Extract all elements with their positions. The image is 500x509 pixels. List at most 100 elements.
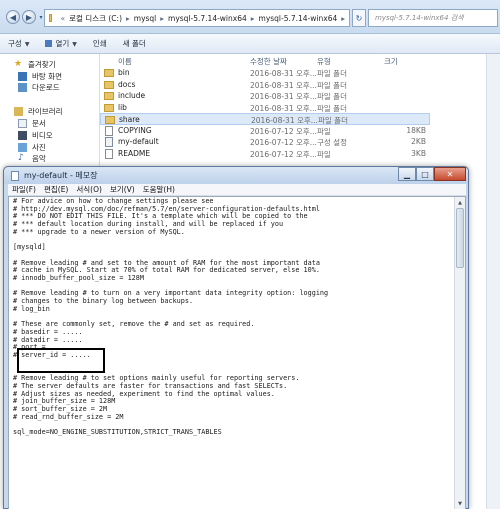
notepad-content[interactable]: # For advice on how to change settings p… <box>13 197 433 437</box>
nav-videos[interactable]: 비디오 <box>18 129 53 141</box>
search-placeholder: mysql-5.7.14-winx64 검색 <box>375 14 464 22</box>
file-row[interactable]: lib 2016-08-31 오후... 파일 폴더 <box>100 102 430 114</box>
file-name: docs <box>118 79 136 89</box>
menu-file[interactable]: 파일(F) <box>8 184 40 195</box>
forward-button[interactable]: ▶ <box>22 10 36 24</box>
breadcrumb-mysql[interactable]: mysql <box>134 14 157 23</box>
refresh-button[interactable]: ↻ <box>352 9 366 27</box>
nav-documents[interactable]: 문서 <box>18 117 46 129</box>
folder-icon <box>104 103 114 112</box>
file-name: my-default <box>118 137 159 146</box>
nav-favorites[interactable]: ★ 즐겨찾기 <box>14 58 56 70</box>
notepad-title: my-default - 메모장 <box>24 171 98 180</box>
file-date: 2016-07-12 오후... <box>250 138 317 147</box>
highlight-box <box>17 348 105 373</box>
folder-icon <box>49 14 52 22</box>
file-date: 2016-08-31 오후... <box>250 92 317 101</box>
breadcrumb-mysql-version-inner[interactable]: mysql-5.7.14-winx64 <box>259 14 338 23</box>
file-date: 2016-07-12 오후... <box>250 149 317 159</box>
file-size: 18KB <box>406 125 426 135</box>
close-button[interactable]: ✕ <box>434 167 466 181</box>
minimize-button[interactable]: ▁ <box>398 167 416 181</box>
file-type: 파일 <box>317 149 331 159</box>
config-file-icon <box>105 137 113 147</box>
notepad-text-area[interactable]: # For advice on how to change settings p… <box>8 196 466 509</box>
open-icon <box>45 40 53 47</box>
file-icon <box>105 148 113 159</box>
desktop-icon <box>18 71 27 81</box>
file-size: 2KB <box>411 137 426 146</box>
file-row[interactable]: bin 2016-08-31 오후... 파일 폴더 <box>100 67 430 79</box>
file-type: 파일 폴더 <box>317 92 347 101</box>
folder-icon <box>104 80 114 89</box>
chevron-down-icon: ▼ <box>24 41 30 48</box>
notepad-icon <box>11 171 19 181</box>
scroll-up-icon[interactable]: ▲ <box>456 198 464 207</box>
breadcrumb-drive[interactable]: 로컬 디스크 (C:) <box>69 13 122 24</box>
back-button[interactable]: ◀ <box>6 10 20 24</box>
scroll-thumb[interactable] <box>456 208 464 268</box>
scroll-down-icon[interactable]: ▼ <box>456 499 464 508</box>
file-date: 2016-08-31 오후... <box>250 69 317 78</box>
file-name: README <box>118 148 151 158</box>
command-bar: 구성 ▼ 열기 ▼ 인쇄 새 폴더 <box>0 34 500 54</box>
maximize-button[interactable]: □ <box>416 167 434 181</box>
notepad-titlebar[interactable]: my-default - 메모장 ▁ □ ✕ <box>4 167 468 184</box>
nav-libraries[interactable]: 라이브러리 <box>14 105 63 117</box>
nav-music[interactable]: ♪ 음악 <box>18 152 46 164</box>
column-size[interactable]: 크기 <box>384 56 398 67</box>
file-date: 2016-08-31 오후... <box>250 80 317 90</box>
file-type: 파일 폴더 <box>317 80 347 90</box>
file-name: lib <box>118 102 127 112</box>
file-name: COPYING <box>118 125 152 135</box>
open-button[interactable]: 열기 ▼ <box>37 38 84 49</box>
nav-downloads[interactable]: 다운로드 <box>18 81 60 93</box>
file-row[interactable]: my-default 2016-07-12 오후... 구성 설정 2KB <box>100 136 430 148</box>
organize-button[interactable]: 구성 ▼ <box>0 38 37 49</box>
print-button[interactable]: 인쇄 <box>85 38 115 49</box>
downloads-icon <box>18 82 27 92</box>
chevron-down-icon: ▼ <box>72 41 77 48</box>
music-icon: ♪ <box>18 152 24 163</box>
file-row[interactable]: share 2016-08-31 오후... 파일 폴더 <box>100 113 430 125</box>
folder-icon <box>104 92 114 100</box>
column-date[interactable]: 수정한 날짜 <box>250 56 287 67</box>
file-row[interactable]: include 2016-08-31 오후... 파일 폴더 <box>100 90 430 102</box>
column-header: 이름 수정한 날짜 유형 크기 <box>100 54 500 68</box>
file-date: 2016-08-31 오후... <box>250 103 317 113</box>
menu-view[interactable]: 보기(V) <box>106 184 139 195</box>
file-row[interactable]: COPYING 2016-07-12 오후... 파일 18KB <box>100 125 430 137</box>
file-type: 구성 설정 <box>317 138 347 147</box>
video-icon <box>18 130 27 140</box>
file-type: 파일 폴더 <box>317 69 347 78</box>
file-date: 2016-07-12 오후... <box>250 126 317 136</box>
explorer-scrollbar[interactable] <box>486 54 500 509</box>
file-name: share <box>119 115 140 124</box>
notepad-window: my-default - 메모장 ▁ □ ✕ 파일(F) 편집(E) 서식(O)… <box>3 166 469 509</box>
new-folder-button[interactable]: 새 폴더 <box>115 38 154 49</box>
file-name: bin <box>118 68 130 77</box>
search-input[interactable]: mysql-5.7.14-winx64 검색 <box>368 9 498 27</box>
file-type: 파일 폴더 <box>317 103 347 113</box>
file-type: 파일 <box>317 126 331 136</box>
address-bar[interactable]: « 로컬 디스크 (C:) ▸ mysql ▸ mysql-5.7.14-win… <box>44 9 350 27</box>
pictures-icon <box>18 142 27 152</box>
star-icon: ★ <box>14 58 23 69</box>
column-type[interactable]: 유형 <box>317 56 331 67</box>
menu-format[interactable]: 서식(O) <box>72 184 106 195</box>
menu-edit[interactable]: 편집(E) <box>40 184 72 195</box>
folder-icon <box>105 116 115 124</box>
address-bar-area: ◀ ▶ ▾ « 로컬 디스크 (C:) ▸ mysql ▸ mysql-5.7.… <box>0 0 500 34</box>
library-icon <box>14 106 23 116</box>
breadcrumb-mysql-version[interactable]: mysql-5.7.14-winx64 <box>168 14 247 23</box>
notepad-vertical-scrollbar[interactable]: ▲ ▼ <box>454 197 465 509</box>
notepad-menubar: 파일(F) 편집(E) 서식(O) 보기(V) 도움말(H) <box>8 184 466 196</box>
file-name: include <box>118 91 146 100</box>
column-name[interactable]: 이름 <box>118 56 132 67</box>
file-row[interactable]: docs 2016-08-31 오후... 파일 폴더 <box>100 79 430 91</box>
file-size: 3KB <box>411 148 426 158</box>
menu-help[interactable]: 도움말(H) <box>139 184 179 195</box>
file-row[interactable]: README 2016-07-12 오후... 파일 3KB <box>100 148 430 160</box>
file-icon <box>105 125 113 136</box>
documents-icon <box>18 118 27 128</box>
